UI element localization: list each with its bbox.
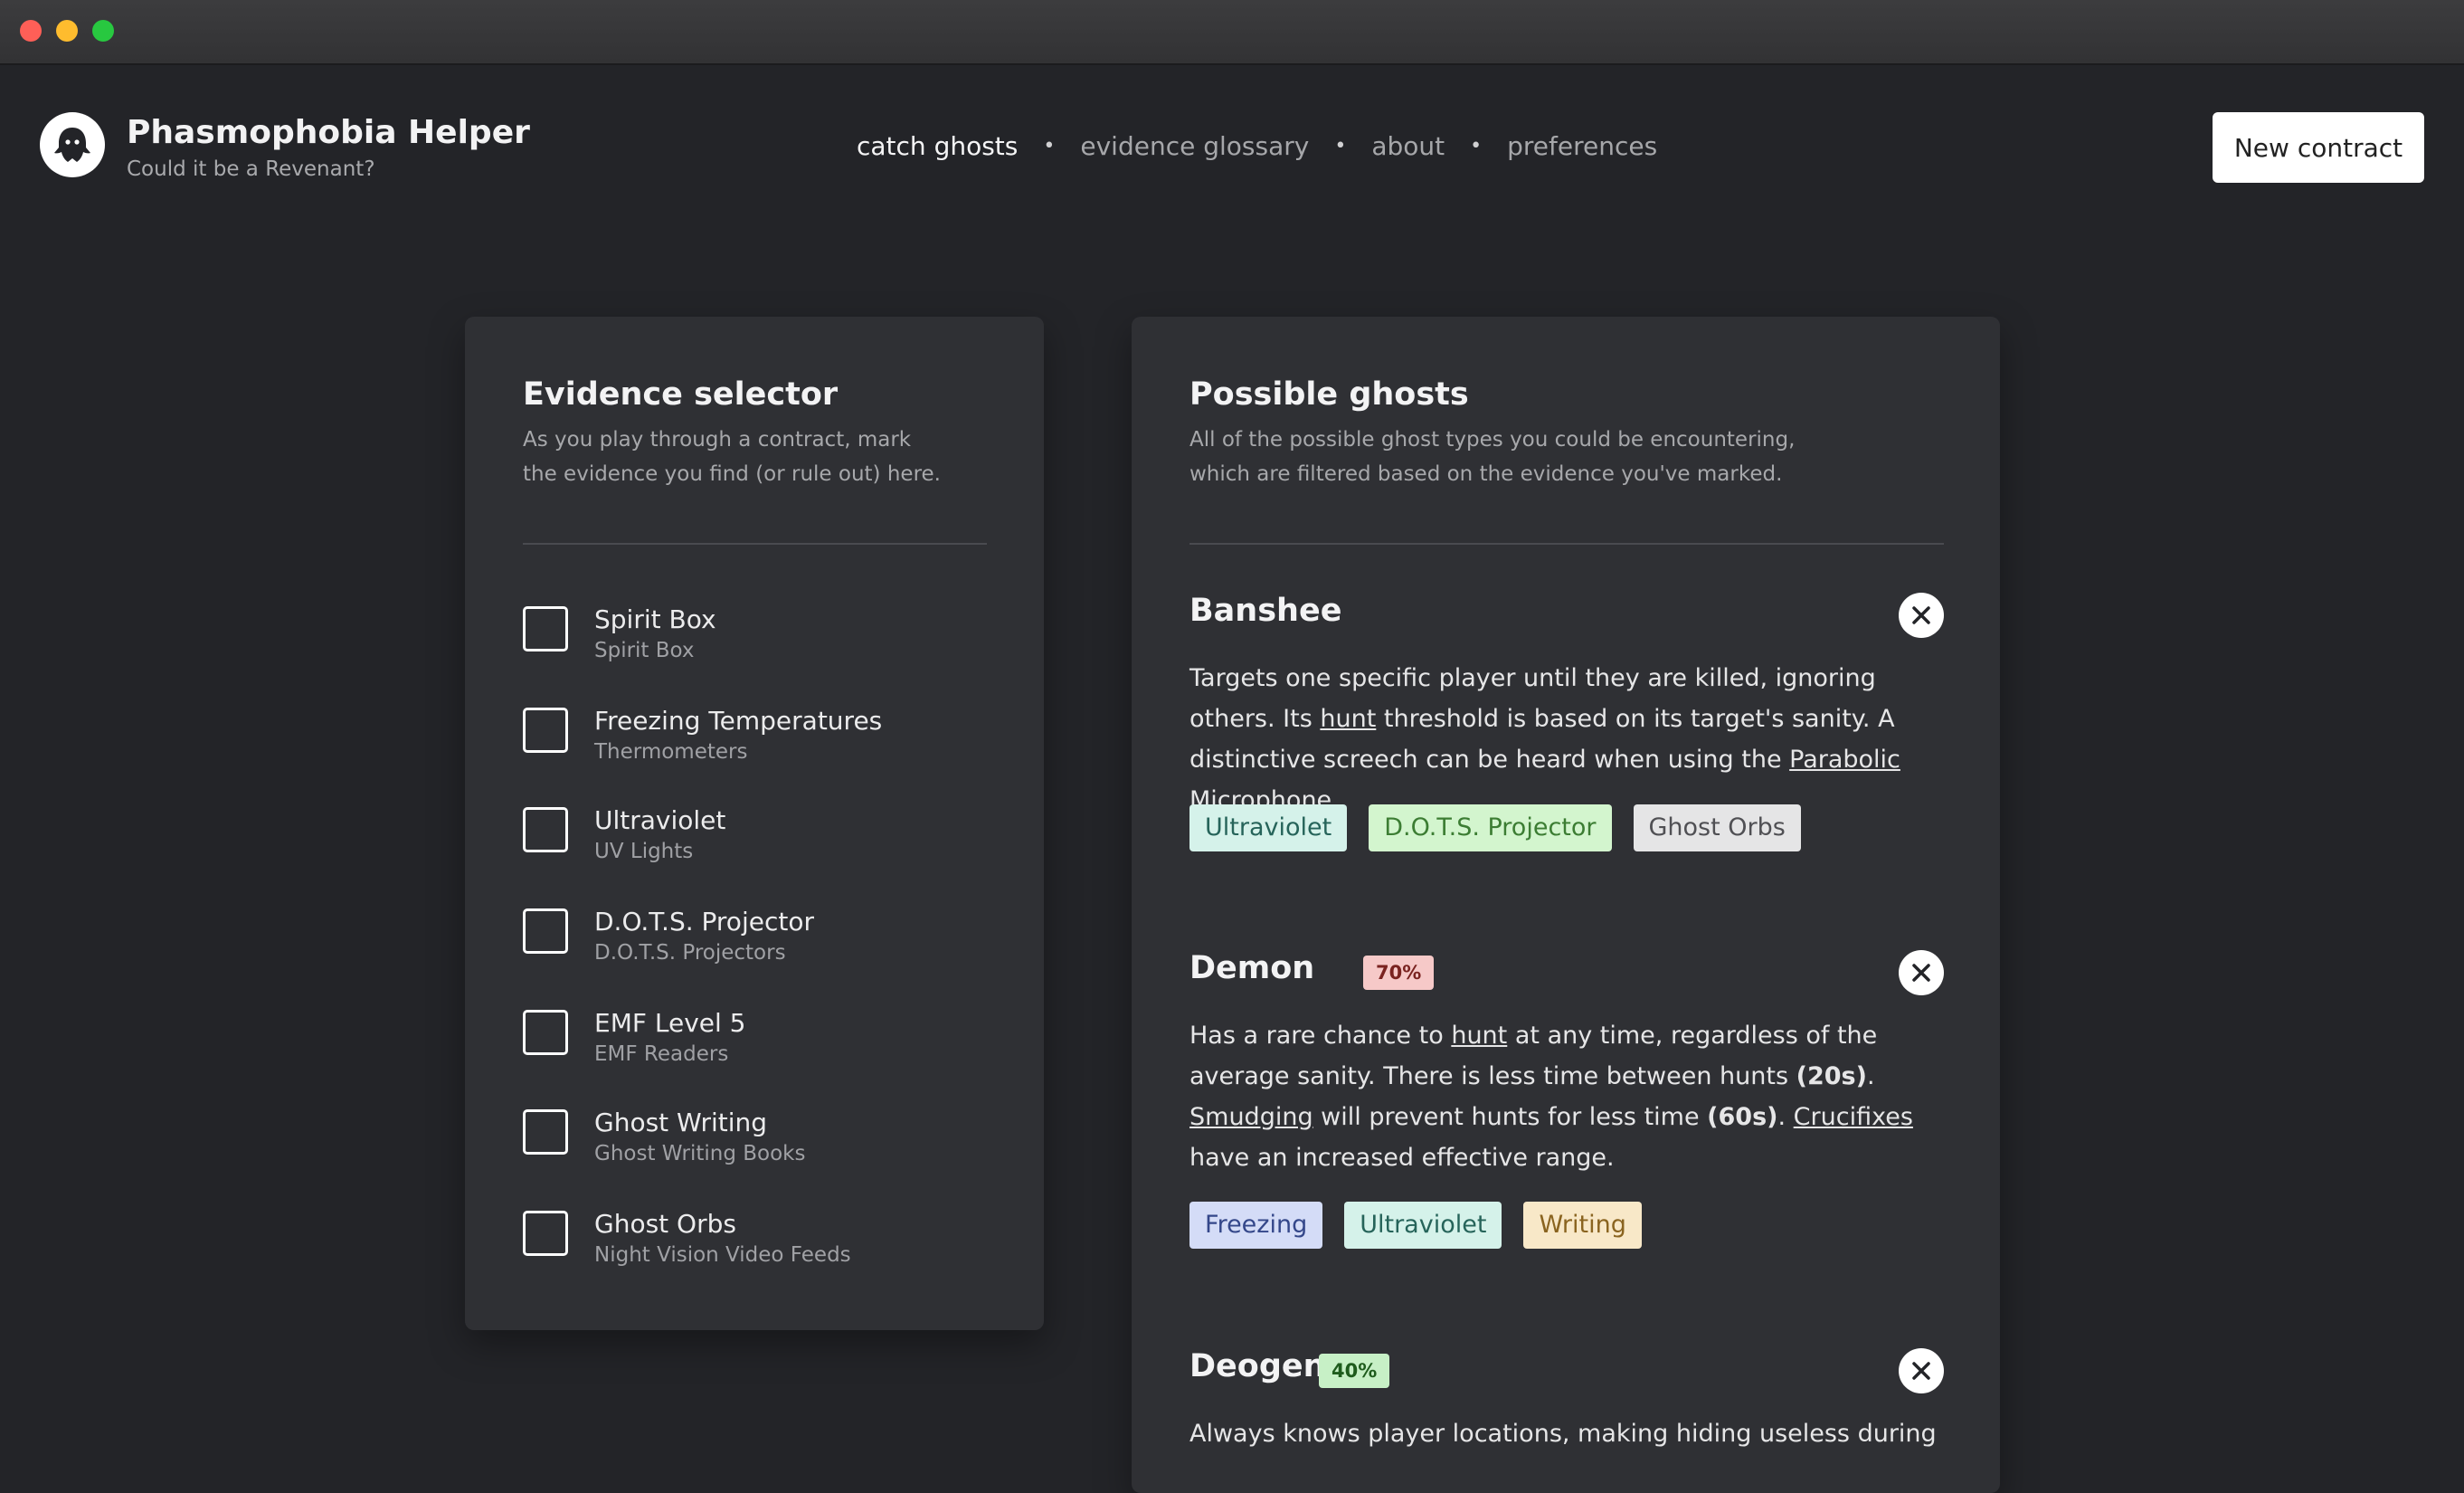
evidence-label: Spirit Box (594, 604, 716, 634)
possible-ghosts-title: Possible ghosts (1189, 376, 1469, 413)
smudging-link[interactable]: Smudging (1189, 1103, 1313, 1131)
divider (1189, 543, 1944, 545)
maximize-window-button[interactable] (92, 20, 114, 42)
app-subtitle: Could it be a Revenant? (127, 157, 375, 181)
nav-evidence-glossary[interactable]: evidence glossary (1080, 131, 1309, 161)
evidence-equipment: D.O.T.S. Projectors (594, 941, 786, 965)
ultraviolet-checkbox[interactable] (523, 807, 568, 852)
minimize-window-button[interactable] (56, 20, 78, 42)
evidence-selector-description: As you play through a contract, mark the… (523, 428, 941, 486)
evidence-tag: D.O.T.S. Projector (1369, 804, 1612, 851)
evidence-tag: Freezing (1189, 1202, 1323, 1249)
likelihood-badge: 70% (1363, 956, 1435, 990)
app-title: Phasmophobia Helper (127, 114, 530, 151)
nav-catch-ghosts[interactable]: catch ghosts (857, 131, 1018, 161)
dismiss-ghost-button[interactable] (1899, 950, 1944, 995)
nav-separator: • (1470, 135, 1483, 157)
evidence-equipment: Night Vision Video Feeds (594, 1243, 851, 1267)
nav-separator: • (1043, 135, 1056, 157)
emf-level-5-checkbox[interactable] (523, 1010, 568, 1055)
nav-separator: • (1334, 135, 1347, 157)
evidence-tag: Ultraviolet (1189, 804, 1348, 851)
possible-ghosts-description: All of the possible ghost types you coul… (1189, 428, 1796, 486)
dots-projector-checkbox[interactable] (523, 908, 568, 954)
nav-preferences[interactable]: preferences (1507, 131, 1657, 161)
spirit-box-checkbox[interactable] (523, 606, 568, 651)
main-nav: catch ghosts • evidence glossary • about… (857, 131, 1657, 161)
evidence-equipment: EMF Readers (594, 1042, 729, 1066)
ghost-description: Always knows player locations, making hi… (1189, 1420, 1937, 1448)
close-window-button[interactable] (20, 20, 42, 42)
evidence-tag: Ultraviolet (1344, 1202, 1502, 1249)
close-icon (1912, 606, 1930, 624)
ghost-icon (40, 112, 105, 177)
hunt-link[interactable]: hunt (1320, 705, 1376, 733)
evidence-selector-title: Evidence selector (523, 376, 839, 413)
evidence-label: EMF Level 5 (594, 1008, 746, 1038)
ghost-name: Deogen (1189, 1348, 1326, 1384)
close-icon (1912, 964, 1930, 982)
ghost-card-deogen: Deogen 40% Always knows player locations… (1189, 1348, 1944, 1475)
evidence-label: Ultraviolet (594, 805, 726, 835)
evidence-label: Ghost Writing (594, 1108, 768, 1137)
dismiss-ghost-button[interactable] (1899, 593, 1944, 638)
evidence-label: Freezing Temperatures (594, 706, 883, 736)
ghost-description: Has a rare chance to hunt at any time, r… (1189, 1022, 1913, 1172)
dismiss-ghost-button[interactable] (1899, 1348, 1944, 1393)
freezing-temperatures-checkbox[interactable] (523, 708, 568, 753)
evidence-equipment: UV Lights (594, 840, 694, 863)
nav-about[interactable]: about (1371, 131, 1445, 161)
evidence-tag: Writing (1523, 1202, 1642, 1249)
ghost-writing-checkbox[interactable] (523, 1109, 568, 1155)
evidence-label: D.O.T.S. Projector (594, 907, 814, 937)
ghost-card-banshee: Banshee Targets one specific player unti… (1189, 593, 1944, 873)
evidence-label: Ghost Orbs (594, 1209, 736, 1239)
close-icon (1912, 1362, 1930, 1380)
ghost-name: Demon (1189, 950, 1315, 986)
ghost-description: Targets one specific player until they a… (1189, 664, 1900, 814)
crucifixes-link[interactable]: Crucifixes (1794, 1103, 1913, 1131)
evidence-tags: Freezing Ultraviolet Writing (1189, 1202, 1663, 1249)
ghost-orbs-checkbox[interactable] (523, 1211, 568, 1256)
evidence-equipment: Spirit Box (594, 639, 695, 662)
divider (523, 543, 987, 545)
evidence-equipment: Thermometers (594, 740, 748, 764)
evidence-tag: Ghost Orbs (1633, 804, 1801, 851)
evidence-equipment: Ghost Writing Books (594, 1142, 806, 1165)
new-contract-button[interactable]: New contract (2213, 112, 2424, 183)
evidence-tags: Ultraviolet D.O.T.S. Projector Ghost Orb… (1189, 804, 1823, 851)
ghost-card-demon: Demon 70% Has a rare chance to hunt at a… (1189, 950, 1944, 1276)
evidence-selector-panel: Evidence selector As you play through a … (465, 317, 1044, 1330)
hunt-link[interactable]: hunt (1451, 1022, 1507, 1050)
likelihood-badge: 40% (1319, 1354, 1390, 1388)
ghost-name: Banshee (1189, 593, 1342, 629)
window-titlebar (0, 0, 2464, 65)
possible-ghosts-panel: Possible ghosts All of the possible ghos… (1132, 317, 2000, 1493)
